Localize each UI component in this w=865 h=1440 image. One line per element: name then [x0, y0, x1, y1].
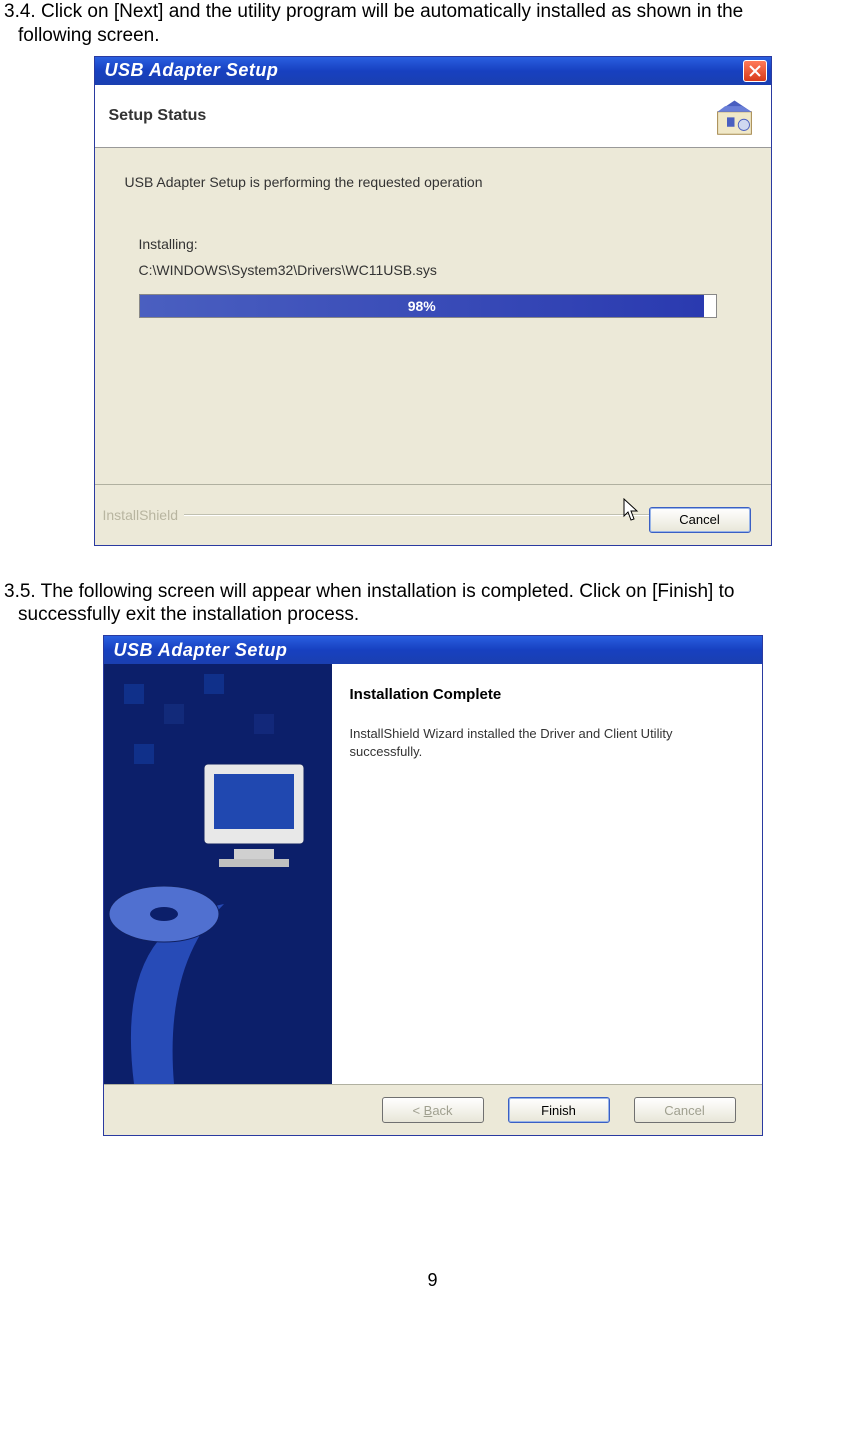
- installation-complete-text: InstallShield Wizard installed the Drive…: [350, 725, 744, 761]
- status-message: USB Adapter Setup is performing the requ…: [125, 174, 741, 190]
- dialog-body: USB Adapter Setup is performing the requ…: [95, 148, 771, 485]
- dialog-body: Installation Complete InstallShield Wiza…: [104, 664, 762, 1084]
- installing-path: C:\WINDOWS\System32\Drivers\WC11USB.sys: [139, 262, 741, 278]
- page-number: 9: [0, 1270, 865, 1291]
- wizard-sidebar-graphic: [104, 664, 332, 1084]
- step-3-4-line2: following screen.: [4, 25, 160, 46]
- step-3-5-line1: 3.5. The following screen will appear wh…: [4, 581, 734, 602]
- installer-box-icon: [712, 93, 757, 138]
- window-title: USB Adapter Setup: [114, 640, 288, 661]
- cursor-icon: [623, 498, 641, 527]
- progress-fill: 98%: [140, 295, 704, 317]
- installshield-label: InstallShield: [103, 507, 179, 523]
- cancel-button: Cancel: [634, 1097, 736, 1123]
- setup-status-heading: Setup Status: [109, 107, 207, 125]
- wizard-right-panel: Installation Complete InstallShield Wiza…: [332, 664, 762, 1084]
- close-icon[interactable]: [743, 60, 767, 82]
- installation-complete-heading: Installation Complete: [350, 686, 744, 703]
- step-3-4-line1: 3.4. Click on [Next] and the utility pro…: [4, 1, 743, 22]
- titlebar: USB Adapter Setup: [104, 636, 762, 664]
- window-title: USB Adapter Setup: [105, 60, 279, 81]
- finish-button-label: Finish: [541, 1103, 576, 1118]
- dialog-footer: < Back Finish Cancel: [104, 1084, 762, 1135]
- step-3-4-text: 3.4. Click on [Next] and the utility pro…: [0, 0, 865, 48]
- step-3-5-text: 3.5. The following screen will appear wh…: [0, 580, 865, 628]
- cancel-button-label: Cancel: [679, 512, 719, 527]
- cancel-button-label: Cancel: [664, 1103, 704, 1118]
- cancel-button[interactable]: Cancel: [649, 507, 751, 533]
- titlebar: USB Adapter Setup: [95, 57, 771, 85]
- finish-button[interactable]: Finish: [508, 1097, 610, 1123]
- back-button: < Back: [382, 1097, 484, 1123]
- dialog-footer: InstallShield Cancel: [95, 485, 771, 545]
- installing-label: Installing:: [139, 236, 741, 252]
- dialog-header: Setup Status: [95, 85, 771, 148]
- installation-complete-dialog: USB Adapter Setup: [103, 635, 763, 1136]
- setup-status-dialog: USB Adapter Setup Setup Status USB Adapt…: [94, 56, 772, 546]
- progress-text: 98%: [408, 298, 436, 314]
- back-button-label: < Back: [412, 1103, 452, 1118]
- step-3-5-line2: successfully exit the installation proce…: [4, 604, 359, 625]
- progress-bar: 98%: [139, 294, 717, 318]
